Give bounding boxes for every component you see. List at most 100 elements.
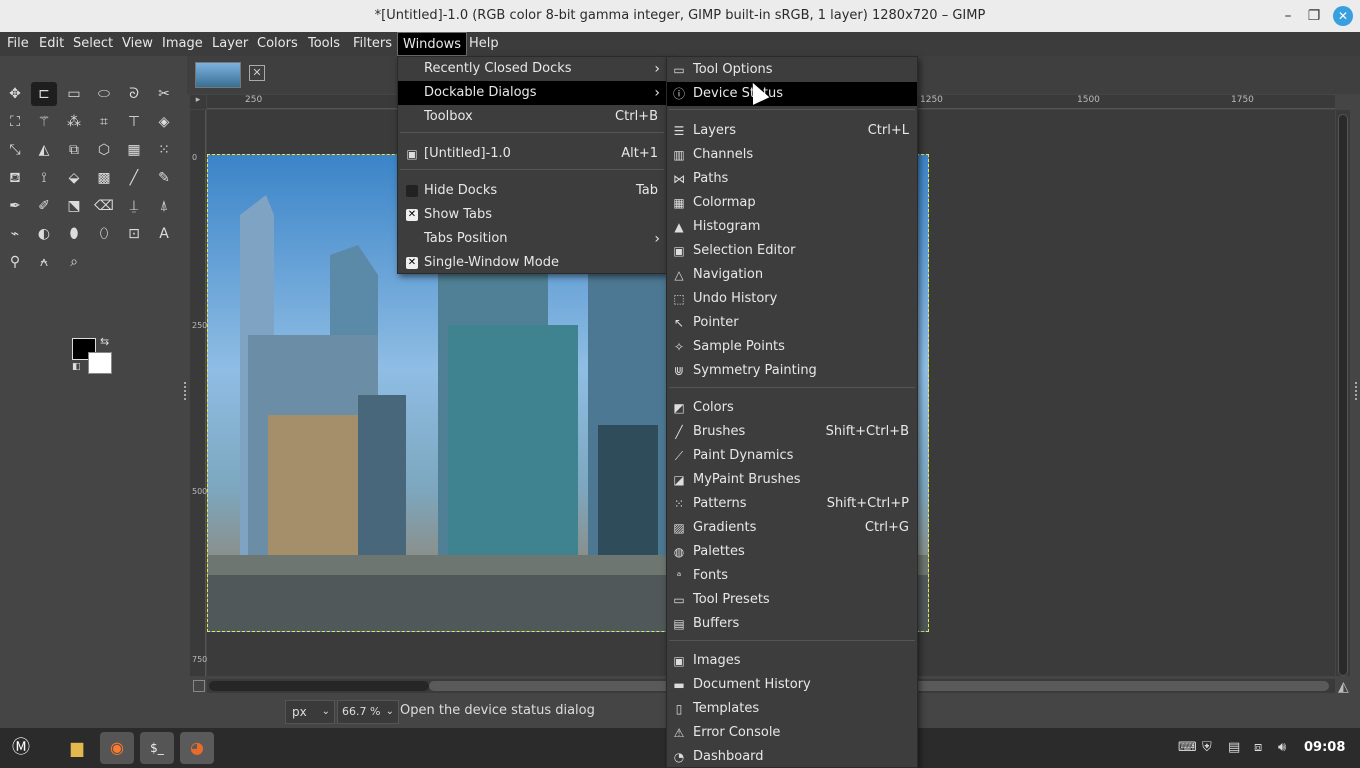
- menu-file[interactable]: File: [2, 32, 34, 56]
- fuzzy-select-icon[interactable]: ⚚: [31, 110, 57, 134]
- background-color-swatch[interactable]: [88, 352, 112, 374]
- swap-colors-icon[interactable]: ⇆: [100, 335, 109, 348]
- align-tool-icon[interactable]: ⊏: [31, 82, 57, 106]
- rect-select-icon[interactable]: ▭: [61, 82, 87, 106]
- ruler-corner[interactable]: ▸: [190, 95, 206, 109]
- free-select-icon[interactable]: ᘐ: [121, 82, 147, 106]
- menu-item-toolbox[interactable]: Toolbox Ctrl+B: [398, 105, 666, 129]
- blur-icon[interactable]: ◐: [31, 222, 57, 246]
- color-select-icon[interactable]: ⁂: [61, 110, 87, 134]
- menu-item-brushes[interactable]: ╱ Brushes Shift+Ctrl+B: [667, 420, 917, 444]
- volume-icon[interactable]: 🔊︎: [1278, 740, 1286, 755]
- menu-item-tabs-position[interactable]: Tabs Position ›: [398, 227, 666, 251]
- gegl-icon[interactable]: ⍲: [31, 250, 57, 274]
- quick-mask-toggle[interactable]: [193, 680, 205, 692]
- 3d-transform-icon[interactable]: ▦: [121, 138, 147, 162]
- menu-item-pointer[interactable]: ↖ Pointer: [667, 311, 917, 335]
- menu-image[interactable]: Image: [157, 32, 208, 56]
- menu-item-document-history[interactable]: ▬ Document History: [667, 673, 917, 697]
- unit-select[interactable]: px ⌄: [285, 700, 335, 724]
- image-tab-thumbnail[interactable]: [195, 62, 241, 88]
- airbrush-icon[interactable]: ✒: [2, 194, 28, 218]
- handle-transform-icon[interactable]: ⁙: [151, 138, 177, 162]
- menu-item-image-window[interactable]: ▣ [Untitled]-1.0 Alt+1: [398, 142, 666, 166]
- mint-menu-icon[interactable]: Ⓜ: [4, 732, 38, 764]
- minimize-icon[interactable]: –: [1278, 6, 1298, 26]
- menu-item-tool-options[interactable]: ▭ Tool Options: [667, 58, 917, 82]
- close-tab-icon[interactable]: ✕: [249, 65, 265, 81]
- terminal-app-icon[interactable]: $_: [140, 732, 174, 764]
- menu-item-colormap[interactable]: ▦ Colormap: [667, 191, 917, 215]
- smudge-icon[interactable]: ⌁: [2, 222, 28, 246]
- menu-item-gradients[interactable]: ▨ Gradients Ctrl+G: [667, 516, 917, 540]
- foreground-select-icon[interactable]: ⛶: [2, 110, 28, 134]
- menu-item-navigation[interactable]: △ Navigation: [667, 263, 917, 287]
- menu-item-buffers[interactable]: ▤ Buffers: [667, 612, 917, 636]
- crop-icon[interactable]: ⌗: [91, 110, 117, 134]
- unified-transform-icon[interactable]: ⊤: [121, 110, 147, 134]
- dodge-icon[interactable]: ⬮: [61, 222, 87, 246]
- measure-icon[interactable]: ⊡: [121, 222, 147, 246]
- vertical-scrollbar[interactable]: [1336, 110, 1350, 676]
- menu-edit[interactable]: Edit: [34, 32, 69, 56]
- menu-select[interactable]: Select: [68, 32, 118, 56]
- pencil-icon[interactable]: ✎: [151, 166, 177, 190]
- menu-item-recently-closed-docks[interactable]: Recently Closed Docks ›: [398, 57, 666, 81]
- dock-resize-handle-left[interactable]: [184, 382, 187, 400]
- network-icon[interactable]: ⧈: [1254, 740, 1262, 755]
- menu-item-images[interactable]: ▣ Images: [667, 649, 917, 673]
- paths-tool-icon[interactable]: ⟟: [31, 166, 57, 190]
- menu-item-layers[interactable]: ☰ Layers Ctrl+L: [667, 119, 917, 143]
- menu-view[interactable]: View: [117, 32, 158, 56]
- menu-item-error-console[interactable]: ⚠ Error Console: [667, 721, 917, 745]
- menu-item-show-tabs[interactable]: ✕ Show Tabs: [398, 203, 666, 227]
- menu-item-sample-points[interactable]: ✧ Sample Points: [667, 335, 917, 359]
- default-colors-icon[interactable]: ◧: [72, 362, 81, 372]
- firefox-app-icon[interactable]: ◉: [100, 732, 134, 764]
- flip-icon[interactable]: ◭: [31, 138, 57, 162]
- mypaint-icon[interactable]: ⬔: [61, 194, 87, 218]
- menu-item-channels[interactable]: ▥ Channels: [667, 143, 917, 167]
- scissors-icon[interactable]: ✂: [151, 82, 177, 106]
- burn-icon[interactable]: ⬯: [91, 222, 117, 246]
- maximize-icon[interactable]: ❐: [1304, 6, 1324, 26]
- fill-icon[interactable]: ⬙: [61, 166, 87, 190]
- zoom-select[interactable]: 66.7 % ⌄: [337, 700, 399, 724]
- menu-item-palettes[interactable]: ◍ Palettes: [667, 540, 917, 564]
- menu-colors[interactable]: Colors: [252, 32, 303, 56]
- menu-item-paint-dynamics[interactable]: ⟋ Paint Dynamics: [667, 444, 917, 468]
- cage-transform-icon[interactable]: ⤡: [2, 138, 28, 162]
- clipboard-icon[interactable]: ▤: [1228, 740, 1240, 755]
- menu-tools[interactable]: Tools: [303, 32, 345, 56]
- vertical-scroll-thumb[interactable]: [1338, 114, 1348, 676]
- menu-item-patterns[interactable]: ⁙ Patterns Shift+Ctrl+P: [667, 492, 917, 516]
- menu-item-templates[interactable]: ▯ Templates: [667, 697, 917, 721]
- move-tool-icon[interactable]: ✥: [2, 82, 28, 106]
- menu-item-hide-docks[interactable]: Hide Docks Tab: [398, 179, 666, 203]
- shield-icon[interactable]: ⛨: [1202, 740, 1212, 755]
- color-picker-icon[interactable]: ⚲: [2, 250, 28, 274]
- paintbrush-icon[interactable]: ╱: [121, 166, 147, 190]
- gimp-app-icon[interactable]: ◕: [180, 732, 214, 764]
- perspective-icon[interactable]: ⬡: [91, 138, 117, 162]
- vertical-ruler[interactable]: 0 250 500 750: [190, 110, 207, 676]
- menu-item-tool-presets[interactable]: ▭ Tool Presets: [667, 588, 917, 612]
- menu-item-dashboard[interactable]: ◔ Dashboard: [667, 745, 917, 768]
- menu-windows[interactable]: Windows: [397, 32, 468, 56]
- menu-item-fonts[interactable]: ᵃ Fonts: [667, 564, 917, 588]
- zoom-icon[interactable]: ⌕: [61, 250, 87, 274]
- close-icon[interactable]: ✕: [1333, 6, 1353, 26]
- menu-help[interactable]: Help: [464, 32, 504, 56]
- gradient-tool-icon[interactable]: ▩: [91, 166, 117, 190]
- navigate-icon[interactable]: ◭: [1338, 679, 1349, 695]
- menu-item-histogram[interactable]: ▲ Histogram: [667, 215, 917, 239]
- horizontal-scroll-thumb[interactable]: [209, 681, 429, 691]
- menu-item-paths[interactable]: ⋈ Paths: [667, 167, 917, 191]
- menu-item-colors[interactable]: ◩ Colors: [667, 396, 917, 420]
- clock[interactable]: 09:08: [1304, 740, 1345, 755]
- dock-resize-handle-right[interactable]: [1355, 382, 1358, 400]
- menu-item-single-window-mode[interactable]: ✕ Single-Window Mode: [398, 251, 666, 275]
- warp-transform-icon[interactable]: ◈: [151, 110, 177, 134]
- ink-icon[interactable]: ✐: [31, 194, 57, 218]
- menu-filters[interactable]: Filters: [348, 32, 397, 56]
